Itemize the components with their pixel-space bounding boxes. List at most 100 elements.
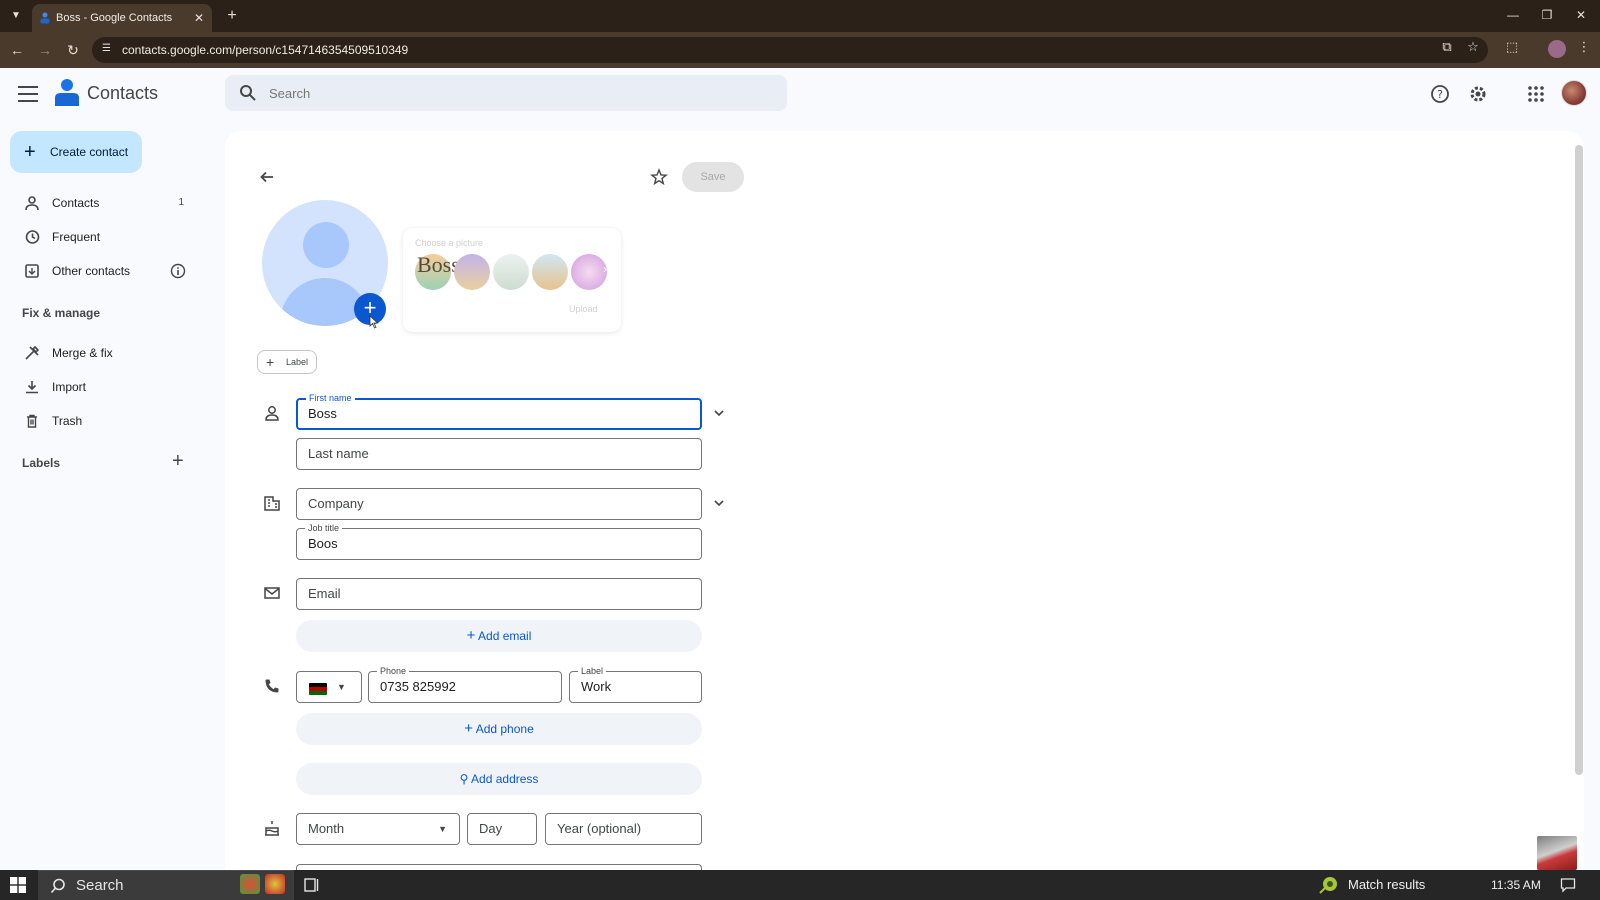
- site-info-icon[interactable]: ☰: [102, 43, 114, 55]
- apps-grid-icon[interactable]: [1525, 83, 1547, 105]
- label-chip-text: Label: [286, 357, 309, 367]
- task-view-icon[interactable]: [304, 877, 320, 893]
- forward-icon[interactable]: →: [35, 40, 55, 60]
- favorite-star-icon[interactable]: [650, 168, 668, 186]
- fix-manage-heading: Fix & manage: [22, 306, 101, 320]
- phone-number-field[interactable]: Phone 0735 825992: [368, 665, 562, 703]
- add-label-chip[interactable]: + Label: [257, 350, 317, 374]
- minimize-icon[interactable]: —: [1496, 0, 1530, 32]
- sidebar-item-label: Trash: [52, 414, 83, 428]
- last-name-placeholder: Last name: [308, 446, 369, 461]
- country-code-select[interactable]: ▼: [296, 671, 362, 703]
- birthday-month-select[interactable]: Month ▼: [296, 813, 460, 845]
- email-field[interactable]: Email: [296, 578, 702, 610]
- picture-picker-title: Choose a picture: [415, 238, 484, 248]
- install-app-icon[interactable]: ⧉: [1440, 40, 1454, 54]
- help-icon[interactable]: ?: [1429, 83, 1451, 105]
- create-contact-button[interactable]: + Create contact: [10, 131, 142, 173]
- company-field[interactable]: Company: [296, 488, 702, 520]
- search-bar[interactable]: [225, 75, 787, 111]
- address-bar[interactable]: ☰ contacts.google.com/person/c1547146354…: [92, 37, 1488, 63]
- tab-search-chevron-icon[interactable]: ▼: [6, 6, 26, 26]
- phone-type-field[interactable]: Label Work: [569, 665, 702, 703]
- close-window-icon[interactable]: ✕: [1564, 0, 1598, 32]
- expand-name-chevron-icon[interactable]: [712, 406, 726, 420]
- new-tab-button[interactable]: +: [220, 4, 244, 28]
- svg-text:?: ?: [1437, 88, 1443, 101]
- sidebar-item-other-contacts[interactable]: Other contacts: [0, 255, 210, 287]
- last-name-field[interactable]: Last name: [296, 438, 702, 470]
- sidebar-item-import[interactable]: Import: [0, 371, 210, 403]
- picture-option-4[interactable]: [532, 254, 568, 290]
- info-icon[interactable]: [170, 263, 186, 279]
- reload-icon[interactable]: ↻: [63, 40, 83, 60]
- search-icon: [240, 85, 256, 101]
- profile-avatar[interactable]: [1548, 40, 1566, 58]
- person-outline-icon: [265, 406, 279, 421]
- back-arrow-icon[interactable]: [258, 168, 276, 186]
- back-icon[interactable]: ←: [7, 40, 27, 60]
- taskbar-app-icon-1[interactable]: [240, 874, 260, 894]
- phone-value: 0735 825992: [380, 679, 456, 694]
- plus-icon: +: [466, 627, 476, 644]
- main-menu-icon[interactable]: [18, 86, 38, 102]
- birthday-day-field[interactable]: Day: [467, 813, 537, 845]
- merge-fix-icon: [25, 345, 40, 360]
- app-title: Contacts: [87, 83, 159, 103]
- labels-heading: Labels: [22, 456, 61, 470]
- upload-button[interactable]: Upload: [569, 304, 598, 314]
- browser-tabbar: ▼ Boss - Google Contacts ✕ + — ❐ ✕: [0, 0, 1600, 32]
- url-text: contacts.google.com/person/c154714635450…: [122, 43, 409, 57]
- taskbar-search-label: Search: [76, 877, 124, 894]
- plus-icon: +: [24, 141, 36, 163]
- add-phone-button[interactable]: + Add phone: [296, 713, 702, 745]
- birthday-year-field[interactable]: Year (optional): [545, 813, 702, 845]
- kenya-flag-icon: [309, 683, 327, 695]
- picture-option-5[interactable]: [571, 254, 607, 290]
- sidebar-item-label: Frequent: [52, 230, 101, 244]
- first-name-field[interactable]: First name Boss: [296, 392, 702, 430]
- scrollbar[interactable]: [1575, 145, 1583, 775]
- picker-next-chevron-icon[interactable]: ›: [603, 262, 607, 276]
- windows-start-icon[interactable]: [10, 877, 26, 893]
- first-name-value: Boss: [308, 406, 337, 421]
- browser-toolbar: ← → ↻ ☰ contacts.google.com/person/c1547…: [0, 32, 1600, 68]
- sidebar-item-frequent[interactable]: Frequent: [0, 221, 210, 253]
- birthday-day-placeholder: Day: [479, 821, 503, 836]
- job-title-field[interactable]: Job title Boos: [296, 522, 702, 560]
- picture-option-3[interactable]: [493, 254, 529, 290]
- company-building-icon: [264, 496, 280, 511]
- add-email-button[interactable]: + Add email: [296, 620, 702, 652]
- add-label-icon[interactable]: +: [172, 451, 188, 471]
- sidebar-item-trash[interactable]: Trash: [0, 405, 210, 437]
- account-avatar[interactable]: [1561, 80, 1587, 106]
- add-address-label: Add address: [471, 772, 539, 786]
- search-input[interactable]: [269, 75, 769, 111]
- sidebar-item-merge-fix[interactable]: Merge & fix: [0, 337, 210, 369]
- settings-gear-icon[interactable]: [1467, 83, 1489, 105]
- browser-tab[interactable]: Boss - Google Contacts ✕: [32, 4, 212, 32]
- plus-icon: +: [464, 720, 474, 737]
- save-button[interactable]: Save: [682, 162, 744, 192]
- restore-icon[interactable]: ❐: [1530, 0, 1564, 32]
- birthday-year-placeholder: Year (optional): [557, 821, 642, 836]
- tab-close-icon[interactable]: ✕: [194, 4, 204, 32]
- expand-company-chevron-icon[interactable]: [712, 496, 726, 510]
- bookmark-star-icon[interactable]: ☆: [1466, 40, 1480, 54]
- taskbar-clock[interactable]: 11:35 AM: [1491, 870, 1541, 900]
- mouse-cursor-icon: [369, 315, 379, 329]
- job-title-value: Boos: [308, 536, 338, 551]
- sidebar-item-contacts[interactable]: Contacts 1: [0, 187, 210, 219]
- notifications-icon[interactable]: [1560, 877, 1576, 893]
- tab-title: Boss - Google Contacts: [56, 12, 173, 24]
- browser-menu-icon[interactable]: ⋮: [1577, 40, 1591, 54]
- contacts-count: 1: [178, 197, 184, 208]
- match-results-label[interactable]: Match results: [1348, 870, 1425, 900]
- sidebar-item-label: Other contacts: [52, 264, 131, 278]
- picture-option-2[interactable]: [454, 254, 490, 290]
- extensions-icon[interactable]: ⬚: [1505, 40, 1519, 54]
- taskbar-app-icon-2[interactable]: [265, 874, 285, 894]
- picture-picker-popup: Choose a picture Boss › Upload: [403, 228, 621, 332]
- location-pin-icon: ⚲: [459, 772, 469, 786]
- add-address-button[interactable]: ⚲ Add address: [296, 763, 702, 795]
